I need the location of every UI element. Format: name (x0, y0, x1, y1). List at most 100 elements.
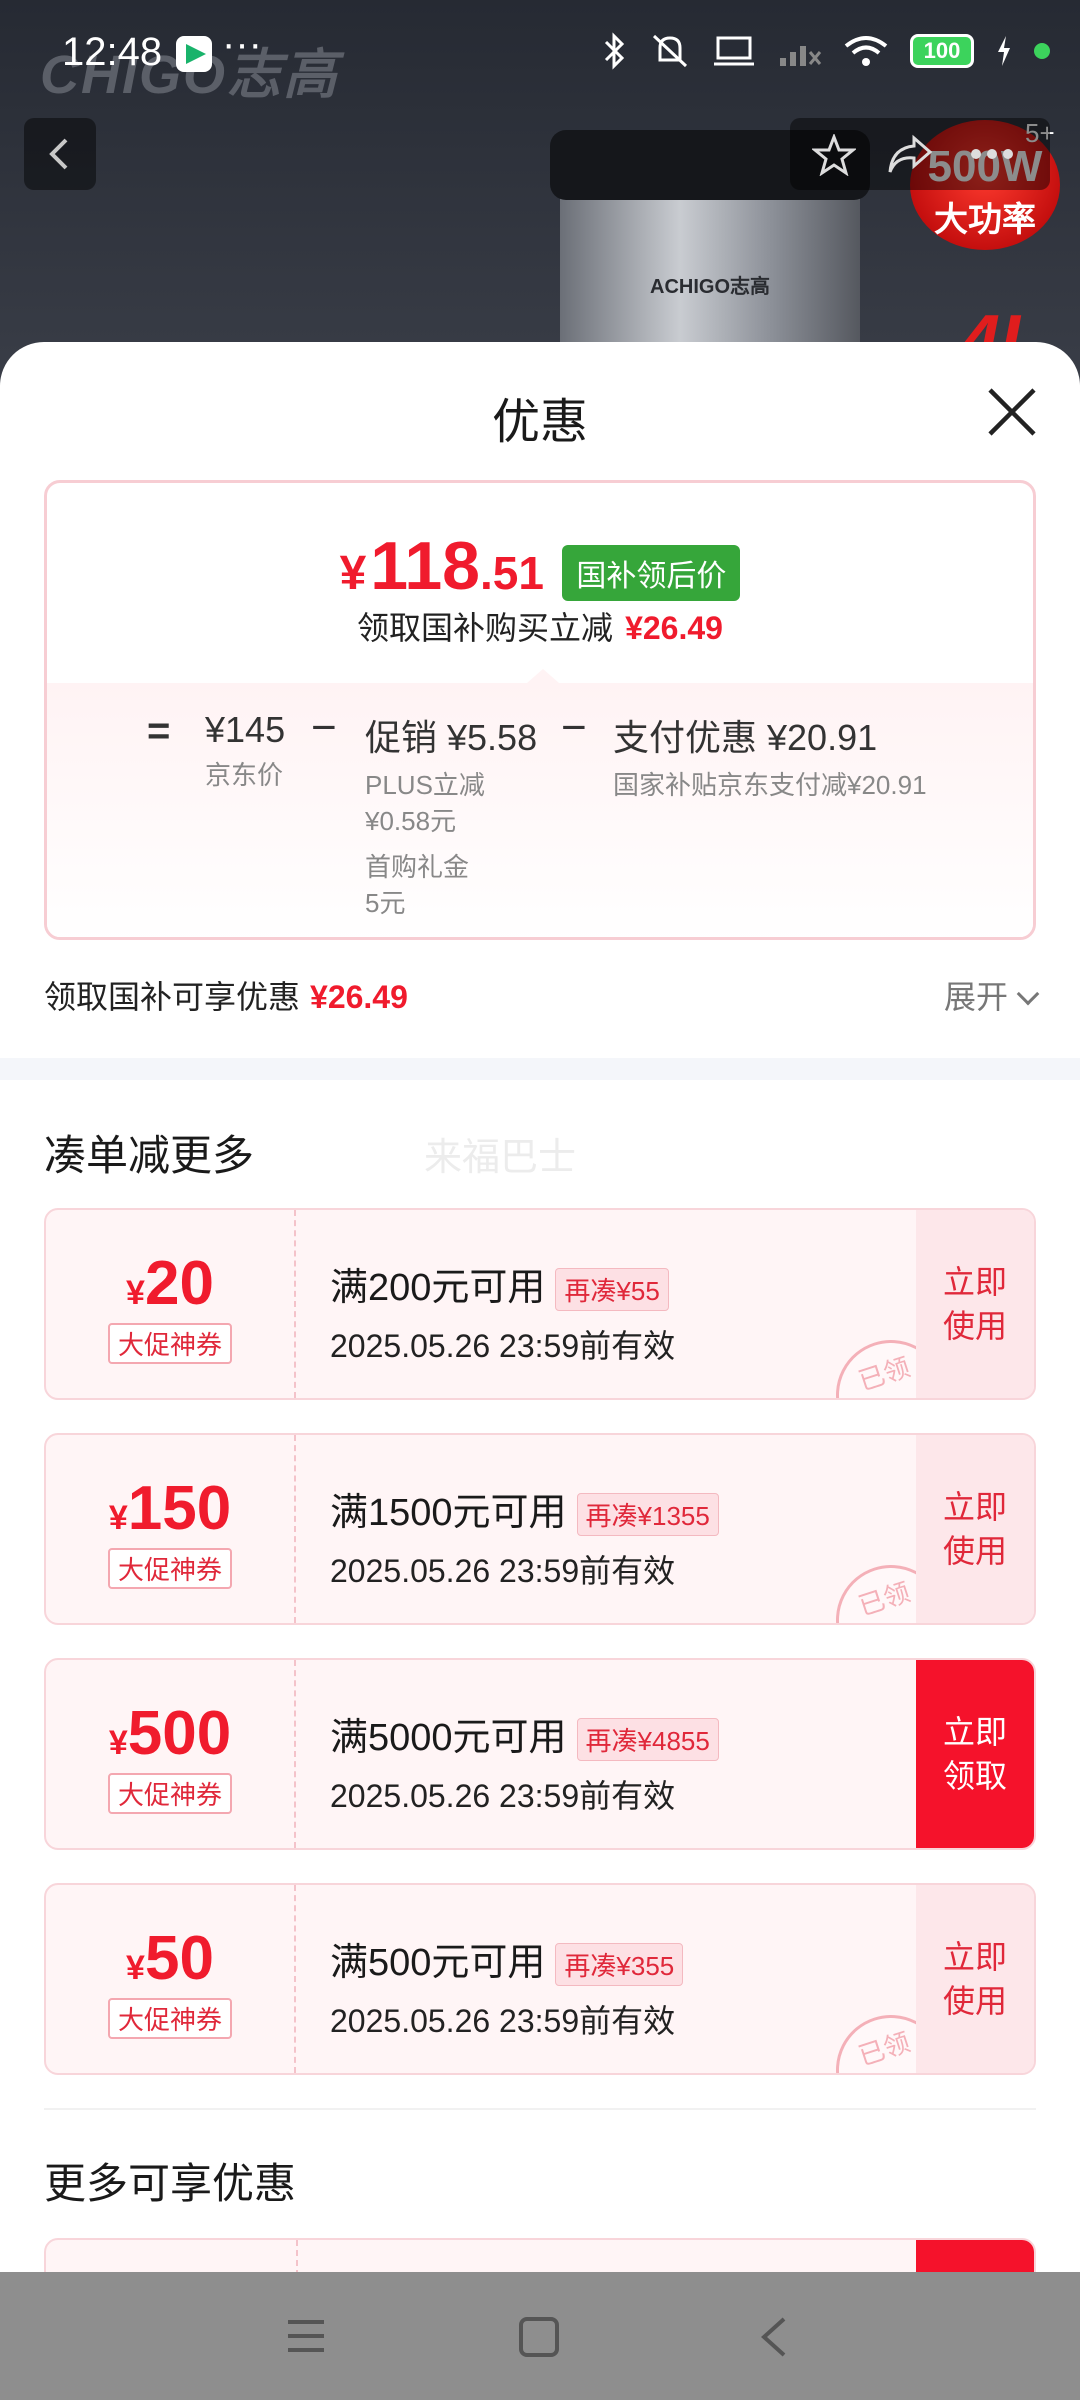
charging-dot-icon (1034, 43, 1050, 59)
coupon-action-line1: 立即 (942, 1714, 1007, 1750)
coupon-currency: ¥ (108, 1724, 128, 1762)
subsidy-note-amount: ¥26.49 (625, 610, 723, 646)
promo-gift-label: 首购礼金 (365, 852, 470, 882)
share-icon[interactable] (886, 134, 934, 176)
promo-plus-label: PLUS立减 (365, 770, 485, 800)
price-breakdown: = ¥145 京东价 − 促销 ¥5.58 PLUS立减 ¥0.58元 首购礼金… (47, 669, 1033, 937)
summary-text: 领取国补可享优惠 (44, 979, 301, 1015)
status-bar: 12:48 ··· 100 (0, 0, 1080, 110)
section-title-more: 凑单减更多 (44, 1132, 255, 1179)
payment-discount-detail: 国家补贴京东支付减¥20.91 (613, 770, 927, 800)
price-value: ¥ 118 .51 (340, 527, 544, 605)
top-actions (790, 118, 1050, 190)
coupon-tag: 大促神券 (107, 1323, 232, 1364)
coupon-remaining: 再凑¥1355 (576, 1493, 719, 1537)
price-integer: 118 (370, 528, 480, 604)
coupon-currency: ¥ (126, 1274, 145, 1312)
coupon-card: ¥500 大促神券 满5000元可用 再凑¥4855 2025.05.26 23:… (44, 1658, 1036, 1850)
coupon-value: 150 (127, 1474, 232, 1543)
coupon-condition-text: 满5000元可用 (330, 1717, 567, 1759)
coupon-condition: 满500元可用 再凑¥355 (330, 1931, 684, 1987)
back-chevron-icon (49, 138, 68, 170)
system-nav-bar (0, 2272, 1080, 2400)
charging-icon (998, 36, 1010, 66)
product-logo: ACHIGO志高 (650, 276, 770, 298)
coupon-action-line1: 立即 (942, 1489, 1007, 1525)
coupon-info: 满5000元可用 再凑¥4855 2025.05.26 23:59前有效 (330, 1706, 719, 1817)
watermark: 来福巴士 (424, 1137, 577, 1179)
coupon-amount: ¥20 (46, 1248, 294, 1319)
coupon-validity: 2025.05.26 23:59前有效 (330, 1778, 676, 1815)
coupon-condition-text: 满1500元可用 (330, 1492, 567, 1534)
coupon-condition: 满5000元可用 再凑¥4855 (330, 1706, 719, 1762)
star-icon[interactable] (812, 134, 856, 176)
breakdown-minus: − (311, 703, 337, 752)
status-time: 12:48 (62, 30, 163, 74)
coupon-remaining: 再凑¥55 (555, 1268, 669, 1312)
coupon-card: ¥50 大促神券 满500元可用 再凑¥355 2025.05.26 23:59前… (44, 1883, 1036, 2075)
expand-label: 展开 (943, 979, 1008, 1015)
coupon-use-button[interactable]: 立即 使用 (916, 1435, 1034, 1623)
coupon-remaining: 再凑¥355 (555, 1943, 684, 1987)
summary-amount: ¥26.49 (310, 979, 408, 1015)
coupon-condition-text: 满200元可用 (330, 1267, 546, 1309)
section-divider-line (44, 2108, 1036, 2110)
more-icon[interactable] (970, 148, 1014, 160)
coupon-card: ¥150 大促神券 满1500元可用 再凑¥1355 2025.05.26 23:… (44, 1433, 1036, 1625)
price-currency: ¥ (339, 547, 367, 600)
back-triangle-icon[interactable] (758, 2316, 788, 2358)
subsidy-note: 领取国补购买立减 ¥26.49 (47, 603, 1033, 649)
laptop-icon (714, 36, 754, 66)
section-divider (0, 1058, 1080, 1080)
coupon-divider (296, 2240, 298, 2272)
coupon-currency: ¥ (108, 1499, 128, 1537)
coupon-amount-area: ¥500 大促神券 (46, 1660, 296, 1848)
jd-price-label: 京东价 (205, 760, 284, 790)
summary-row: 领取国补可享优惠 ¥26.49 展开 (44, 972, 1040, 1018)
coupon-condition-text: 满500元可用 (330, 1942, 546, 1984)
coupon-claim-button-partial[interactable] (916, 2240, 1034, 2272)
coupon-info: 满500元可用 再凑¥355 2025.05.26 23:59前有效 (330, 1931, 684, 2042)
discount-sheet: 优惠 ¥ 118 .51 国补领后价 领取国补购买立减 ¥26.49 = ¥145… (0, 342, 1080, 2272)
coupon-validity: 2025.05.26 23:59前有效 (330, 1553, 676, 1590)
coupon-value: 20 (144, 1249, 214, 1318)
close-icon[interactable] (984, 384, 1040, 440)
promo-plus-amount: ¥0.58元 (365, 806, 457, 836)
price-decimal: .51 (480, 547, 544, 599)
subsidy-price-tag: 国补领后价 (562, 544, 741, 601)
coupon-use-button[interactable]: 立即 使用 (916, 1885, 1034, 2073)
coupon-amount: ¥500 (46, 1698, 294, 1769)
back-button[interactable] (24, 118, 96, 190)
coupon-amount: ¥150 (46, 1473, 294, 1544)
coupon-value: 50 (144, 1924, 214, 1993)
status-icons: 100 (602, 32, 1050, 70)
section-title-more-discounts: 更多可享优惠 (44, 2160, 297, 2207)
expand-button[interactable]: 展开 (943, 972, 1040, 1018)
payment-discount-value: 支付优惠 ¥20.91 (613, 717, 878, 758)
coupon-claim-button[interactable]: 立即 领取 (916, 1660, 1034, 1848)
sheet-title: 优惠 (491, 396, 588, 449)
coupon-action-line2: 领取 (942, 1758, 1007, 1794)
coupon-value: 500 (127, 1699, 232, 1768)
breakdown-equals: = (147, 709, 171, 753)
coupon-tag: 大促神券 (107, 1548, 232, 1589)
coupon-currency: ¥ (126, 1949, 145, 1987)
coupon-condition: 满200元可用 再凑¥55 (330, 1256, 675, 1312)
coupon-remaining: 再凑¥4855 (576, 1718, 719, 1762)
mute-icon (652, 34, 688, 68)
promo-value: 促销 ¥5.58 (365, 717, 538, 758)
coupon-condition: 满1500元可用 再凑¥1355 (330, 1481, 719, 1537)
home-square-icon[interactable] (518, 2316, 560, 2358)
bluetooth-icon (604, 32, 625, 70)
coupon-info: 满200元可用 再凑¥55 2025.05.26 23:59前有效 (330, 1256, 675, 1367)
promo-gift-amount: 5元 (365, 888, 406, 918)
menu-icon[interactable] (284, 2316, 328, 2356)
coupon-amount-area: ¥150 大促神券 (46, 1435, 296, 1623)
jd-price-value: ¥145 (205, 709, 286, 750)
power-badge-label: 大功率 (934, 201, 1036, 239)
coupon-info: 满1500元可用 再凑¥1355 2025.05.26 23:59前有效 (330, 1481, 719, 1592)
coupon-use-button[interactable]: 立即 使用 (916, 1210, 1034, 1398)
coupon-action-line1: 立即 (942, 1939, 1007, 1975)
status-more-dots: ··· (222, 22, 262, 66)
promo-details: PLUS立减 ¥0.58元 首购礼金 5元 (365, 767, 537, 921)
